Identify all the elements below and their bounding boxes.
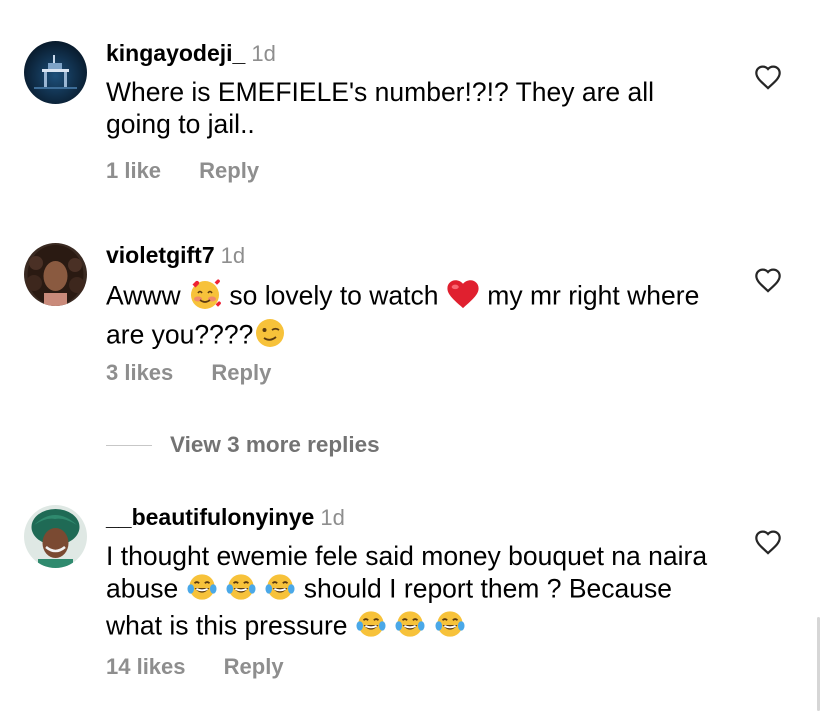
red-heart-emoji — [446, 278, 480, 317]
winking-face-emoji — [253, 317, 287, 356]
comment-text: Awww so lovely to watch my mr right wher… — [106, 278, 726, 356]
comment-username[interactable]: __beautifulonyinye 1d — [106, 504, 345, 531]
comment-username[interactable]: kingayodeji_ 1d — [106, 40, 276, 67]
comment-meta: 3 likes Reply — [106, 360, 271, 386]
face-with-tears-of-joy-emoji — [394, 609, 426, 646]
reply-button[interactable]: Reply — [211, 360, 271, 386]
avatar[interactable] — [24, 41, 87, 104]
face-with-tears-of-joy-emoji — [186, 572, 218, 609]
face-with-tears-of-joy-emoji — [355, 609, 387, 646]
comment-text: Where is EMEFIELE's number!?!? They are … — [106, 77, 655, 139]
comment-time: 1d — [220, 243, 246, 268]
comment-meta: 14 likes Reply — [106, 654, 284, 680]
heart-outline-icon[interactable] — [754, 529, 782, 555]
reply-button[interactable]: Reply — [224, 654, 284, 680]
comment-time: 1d — [320, 505, 345, 530]
username-text[interactable]: kingayodeji_ — [106, 40, 245, 66]
view-more-label: View 3 more replies — [170, 432, 380, 457]
divider-line — [106, 444, 152, 446]
heart-outline-icon[interactable] — [754, 64, 782, 90]
heart-outline-icon[interactable] — [754, 267, 782, 293]
likes-count[interactable]: 1 like — [106, 158, 161, 184]
face-with-tears-of-joy-emoji — [225, 572, 257, 609]
avatar[interactable] — [24, 505, 87, 568]
comment-username[interactable]: violetgift7 1d — [106, 242, 245, 269]
avatar[interactable] — [24, 243, 87, 306]
likes-count[interactable]: 14 likes — [106, 654, 186, 680]
comment-time: 1d — [251, 41, 276, 66]
face-with-tears-of-joy-emoji — [434, 609, 466, 646]
comment-text-part: so lovely to watch — [229, 280, 439, 311]
comment-meta: 1 like Reply — [106, 158, 259, 184]
scrollbar[interactable] — [817, 617, 820, 711]
username-text[interactable]: violetgift7 — [106, 242, 215, 268]
likes-count[interactable]: 3 likes — [106, 360, 173, 386]
smiling-face-with-hearts-emoji — [188, 278, 222, 317]
face-with-tears-of-joy-emoji — [264, 572, 296, 609]
view-more-replies-button[interactable]: View 3 more replies — [106, 432, 380, 458]
comment-text: I thought ewemie fele said money bouquet… — [106, 540, 726, 646]
reply-button[interactable]: Reply — [199, 158, 259, 184]
username-text[interactable]: __beautifulonyinye — [106, 504, 314, 530]
comment-text-part: Awww — [106, 280, 181, 311]
